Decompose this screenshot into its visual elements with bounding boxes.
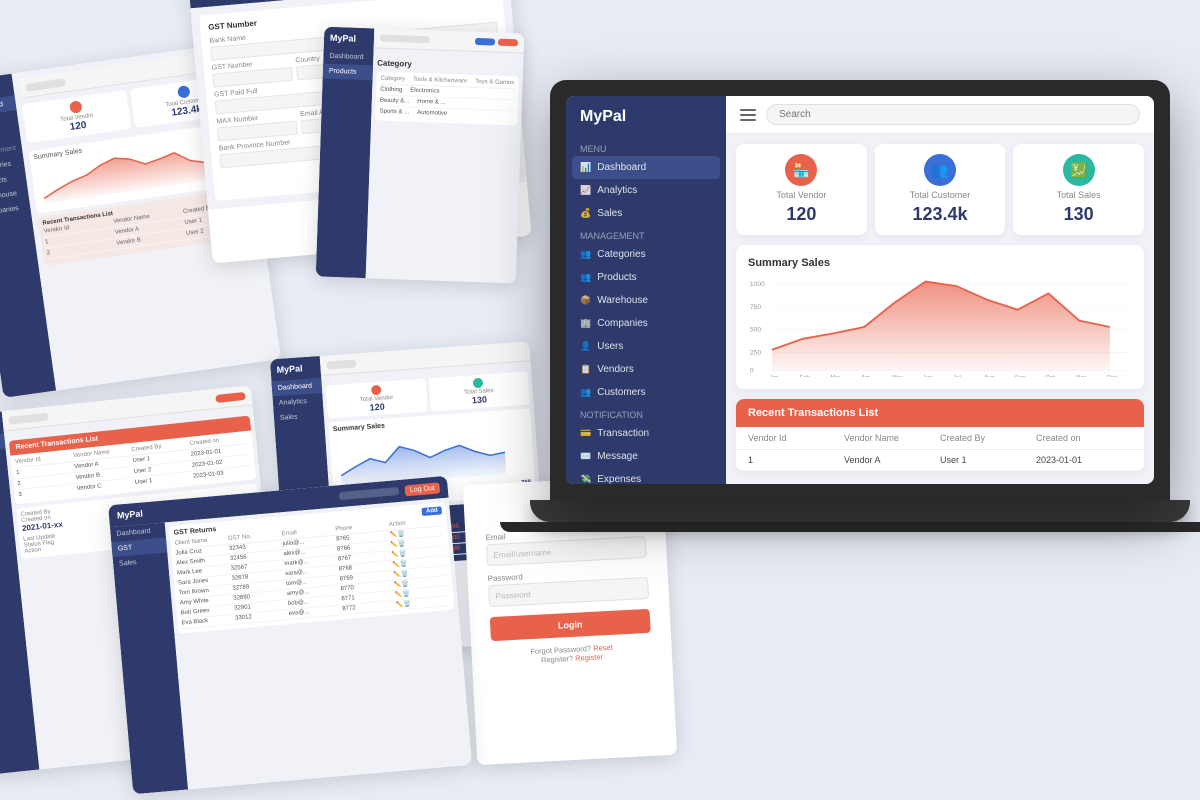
svg-text:0: 0 bbox=[750, 368, 754, 375]
sidebar-item-warehouse[interactable]: 📦 Warehouse bbox=[566, 289, 726, 312]
laptop-body: MyPal Menu 📊 Dashboard 📈 Analytics 💰 Sal… bbox=[550, 80, 1170, 500]
table-row: 1 Vendor A User 1 2023-01-01 bbox=[736, 450, 1144, 471]
sidebar-item-products[interactable]: 👥 Products bbox=[566, 266, 726, 289]
sidebar-item-sales[interactable]: 💰 Sales bbox=[566, 202, 726, 225]
transactions-header: Recent Transactions List bbox=[736, 399, 1144, 427]
col-vendor-name-main: Vendor Name bbox=[844, 433, 940, 443]
search-input[interactable] bbox=[766, 104, 1140, 125]
mini-nav-6b: Products bbox=[323, 64, 373, 81]
svg-text:May: May bbox=[892, 375, 903, 377]
message-icon: ✉️ bbox=[580, 451, 591, 462]
svg-text:250: 250 bbox=[750, 349, 762, 356]
login-email-placeholder: Email/username bbox=[493, 547, 551, 559]
dashboard-icon: 📊 bbox=[580, 162, 591, 173]
sidebar-mgmt-label: Management bbox=[566, 225, 726, 243]
sidebar-menu-label: Menu bbox=[566, 138, 726, 156]
customer-stat-icon: 👥 bbox=[924, 154, 956, 186]
hamburger-menu[interactable] bbox=[740, 109, 756, 121]
col-created-on-main: Created on bbox=[1036, 433, 1132, 443]
svg-text:750: 750 bbox=[750, 304, 762, 311]
expenses-icon: 💸 bbox=[580, 474, 591, 484]
chart-area: 1000 750 500 250 0 bbox=[748, 277, 1132, 377]
mini-logo-7: MyPal bbox=[117, 508, 144, 520]
col-vendor-id-main: Vendor Id bbox=[748, 433, 844, 443]
sidebar: MyPal Menu 📊 Dashboard 📈 Analytics 💰 Sal… bbox=[566, 96, 726, 484]
sidebar-item-dashboard[interactable]: 📊 Dashboard bbox=[572, 156, 720, 179]
transactions-table: Vendor Id Vendor Name Created By Created… bbox=[736, 427, 1144, 471]
products-icon: 👥 bbox=[580, 272, 591, 283]
vendor-label: Total Vendor bbox=[776, 190, 826, 200]
svg-text:500: 500 bbox=[750, 327, 762, 334]
svg-text:Feb: Feb bbox=[800, 375, 810, 377]
mini-cat-title: Category bbox=[377, 58, 519, 72]
svg-text:Aug: Aug bbox=[984, 375, 994, 377]
chart-card: Summary Sales 1000 bbox=[736, 245, 1144, 389]
sidebar-item-companies[interactable]: 🏢 Companies bbox=[566, 312, 726, 335]
mini-logout-7: Log Out bbox=[404, 482, 440, 496]
transactions-card: Recent Transactions List Vendor Id Vendo… bbox=[736, 399, 1144, 471]
customer-label: Total Customer bbox=[910, 190, 971, 200]
sidebar-item-categories[interactable]: 👥 Categories bbox=[566, 243, 726, 266]
sidebar-item-customers[interactable]: 👥 Customers bbox=[566, 381, 726, 404]
main-content: 🏪 Total Vendor 120 👥 Total Customer 123.… bbox=[726, 96, 1154, 484]
sales-value: 130 bbox=[1064, 204, 1094, 225]
sales-label: Total Sales bbox=[1057, 190, 1101, 200]
svg-text:Jan: Jan bbox=[769, 375, 778, 377]
companies-icon: 🏢 bbox=[580, 318, 591, 329]
customers-icon: 👥 bbox=[580, 387, 591, 398]
svg-text:Jun: Jun bbox=[923, 375, 932, 377]
svg-text:Nov: Nov bbox=[1076, 375, 1086, 377]
stats-row: 🏪 Total Vendor 120 👥 Total Customer 123.… bbox=[736, 144, 1144, 235]
vendor-value: 120 bbox=[786, 204, 816, 225]
bg-screen-6: MyPal Dashboard Products Category Catego… bbox=[316, 27, 525, 284]
sidebar-item-message[interactable]: ✉️ Message bbox=[566, 445, 726, 468]
mini-nav-comp: Companies bbox=[0, 199, 31, 221]
sales-stat-icon: 💹 bbox=[1063, 154, 1095, 186]
stat-card-sales: 💹 Total Sales 130 bbox=[1013, 144, 1144, 235]
sidebar-item-users[interactable]: 👤 Users bbox=[566, 335, 726, 358]
mini-nav-4c: Sales bbox=[273, 408, 324, 426]
login-pass-placeholder: Password bbox=[495, 590, 531, 601]
bg-screen-7: MyPal Log Out Dashboard GST Sales GST Re… bbox=[108, 476, 472, 795]
top-bar bbox=[726, 96, 1154, 134]
categories-icon: 👥 bbox=[580, 249, 591, 260]
sidebar-item-vendors[interactable]: 📋 Vendors bbox=[566, 358, 726, 381]
mini-logo-6: MyPal bbox=[324, 27, 375, 51]
stat-card-vendor: 🏪 Total Vendor 120 bbox=[736, 144, 867, 235]
sales-icon: 💰 bbox=[580, 208, 591, 219]
sidebar-logo: MyPal bbox=[566, 96, 726, 138]
laptop: MyPal Menu 📊 Dashboard 📈 Analytics 💰 Sal… bbox=[550, 80, 1170, 680]
sidebar-item-transaction[interactable]: 💳 Transaction bbox=[566, 422, 726, 445]
table-head: Vendor Id Vendor Name Created By Created… bbox=[736, 427, 1144, 450]
sidebar-item-analytics[interactable]: 📈 Analytics bbox=[566, 179, 726, 202]
svg-text:Oct: Oct bbox=[1046, 375, 1055, 377]
vendor-stat-icon: 🏪 bbox=[785, 154, 817, 186]
mini-logo-2: MyPal bbox=[197, 0, 224, 1]
mini-nav-6a: Dashboard bbox=[323, 49, 373, 66]
laptop-foot bbox=[500, 522, 1200, 532]
content-area: 🏪 Total Vendor 120 👥 Total Customer 123.… bbox=[726, 134, 1154, 484]
svg-text:Dec: Dec bbox=[1107, 375, 1117, 377]
warehouse-icon: 📦 bbox=[580, 295, 591, 306]
laptop-base bbox=[530, 500, 1190, 522]
chart-title: Summary Sales bbox=[748, 257, 1132, 269]
users-icon: 👤 bbox=[580, 341, 591, 352]
laptop-screen: MyPal Menu 📊 Dashboard 📈 Analytics 💰 Sal… bbox=[566, 96, 1154, 484]
svg-text:Mar: Mar bbox=[831, 375, 841, 377]
sidebar-notif-label: Notification bbox=[566, 404, 726, 422]
svg-text:1000: 1000 bbox=[750, 281, 765, 288]
svg-text:Sep: Sep bbox=[1015, 375, 1025, 377]
stat-card-customer: 👥 Total Customer 123.4k bbox=[875, 144, 1006, 235]
svg-text:Jul: Jul bbox=[953, 375, 960, 377]
vendors-icon: 📋 bbox=[580, 364, 591, 375]
analytics-icon: 📈 bbox=[580, 185, 591, 196]
svg-text:Apr: Apr bbox=[861, 375, 870, 377]
transaction-icon: 💳 bbox=[580, 428, 591, 439]
mini-header-6 bbox=[374, 28, 525, 53]
col-created-by-main: Created By bbox=[940, 433, 1036, 443]
sidebar-item-expenses[interactable]: 💸 Expenses bbox=[566, 468, 726, 484]
customer-value: 123.4k bbox=[912, 204, 967, 225]
